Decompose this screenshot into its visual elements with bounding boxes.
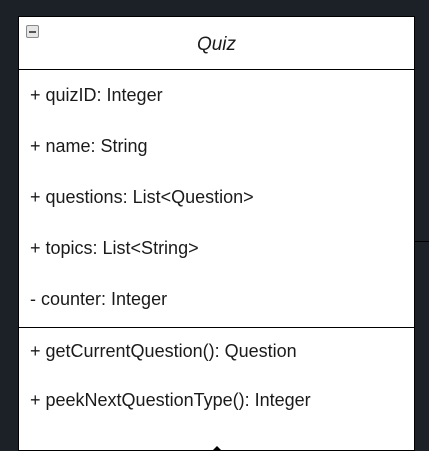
method-peek-next-question-type[interactable]: + peekNextQuestionType(): Integer <box>19 388 414 437</box>
association-line[interactable] <box>415 241 429 242</box>
attribute-name[interactable]: + name: String <box>19 134 414 185</box>
inheritance-arrow-head[interactable] <box>212 446 222 451</box>
method-get-current-question[interactable]: + getCurrentQuestion(): Question <box>19 339 414 388</box>
attribute-quizid[interactable]: + quizID: Integer <box>19 83 414 134</box>
class-header: Quiz <box>19 17 414 70</box>
attributes-compartment: + quizID: Integer + name: String + quest… <box>19 70 414 328</box>
attribute-questions[interactable]: + questions: List<Question> <box>19 185 414 236</box>
class-name: Quiz <box>196 34 237 55</box>
diagram-canvas: Quiz + quizID: Integer + name: String + … <box>0 0 429 451</box>
methods-compartment: + getCurrentQuestion(): Question + peekN… <box>19 328 414 437</box>
attribute-topics[interactable]: + topics: List<String> <box>19 236 414 287</box>
quiz-class-box[interactable]: Quiz + quizID: Integer + name: String + … <box>18 16 415 451</box>
